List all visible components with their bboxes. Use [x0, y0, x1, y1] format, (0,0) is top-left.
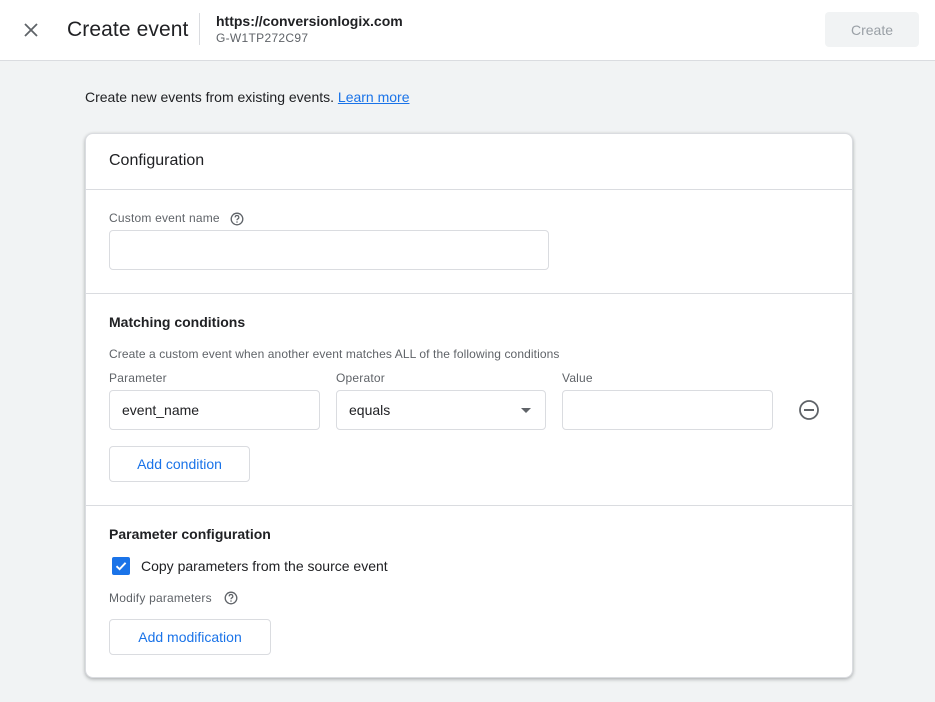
learn-more-link[interactable]: Learn more	[338, 89, 410, 105]
condition-parameter-input[interactable]	[109, 390, 320, 430]
intro-description: Create new events from existing events.	[85, 89, 338, 105]
help-circle-icon[interactable]	[224, 591, 238, 605]
operator-selected-value: equals	[349, 402, 391, 418]
close-button[interactable]	[19, 18, 43, 42]
add-modification-button[interactable]: Add modification	[109, 619, 271, 655]
close-icon	[24, 23, 38, 37]
matching-conditions-description: Create a custom event when another event…	[109, 347, 560, 361]
section-divider	[86, 293, 852, 294]
condition-operator-select[interactable]: equals	[336, 390, 546, 430]
section-divider	[86, 505, 852, 506]
card-title: Configuration	[109, 152, 205, 169]
copy-parameters-checkbox[interactable]	[112, 557, 130, 575]
condition-value-input[interactable]	[562, 390, 773, 430]
modify-parameters-label: Modify parameters	[109, 591, 212, 605]
custom-event-name-input[interactable]	[109, 230, 549, 270]
property-id: G-W1TP272C97	[216, 31, 309, 45]
parameter-column-label: Parameter	[109, 371, 167, 385]
intro-text: Create new events from existing events. …	[85, 89, 410, 105]
custom-event-name-label: Custom event name	[109, 211, 220, 225]
top-bar: Create event https://conversionlogix.com…	[0, 0, 935, 61]
property-url: https://conversionlogix.com	[216, 13, 403, 29]
operator-column-label: Operator	[336, 371, 385, 385]
add-condition-button[interactable]: Add condition	[109, 446, 250, 482]
checkmark-icon	[115, 562, 127, 571]
dropdown-arrow-icon	[521, 408, 531, 413]
header-divider	[199, 13, 200, 45]
create-button[interactable]: Create	[825, 12, 919, 47]
configuration-card: Configuration Custom event name Matching…	[85, 133, 853, 678]
help-circle-icon[interactable]	[230, 212, 244, 226]
value-column-label: Value	[562, 371, 593, 385]
parameter-configuration-title: Parameter configuration	[109, 526, 271, 542]
remove-circle-icon[interactable]	[797, 398, 821, 422]
page-title: Create event	[67, 18, 189, 41]
copy-parameters-label[interactable]: Copy parameters from the source event	[141, 558, 388, 574]
card-header: Configuration	[86, 134, 852, 190]
matching-conditions-title: Matching conditions	[109, 314, 246, 330]
